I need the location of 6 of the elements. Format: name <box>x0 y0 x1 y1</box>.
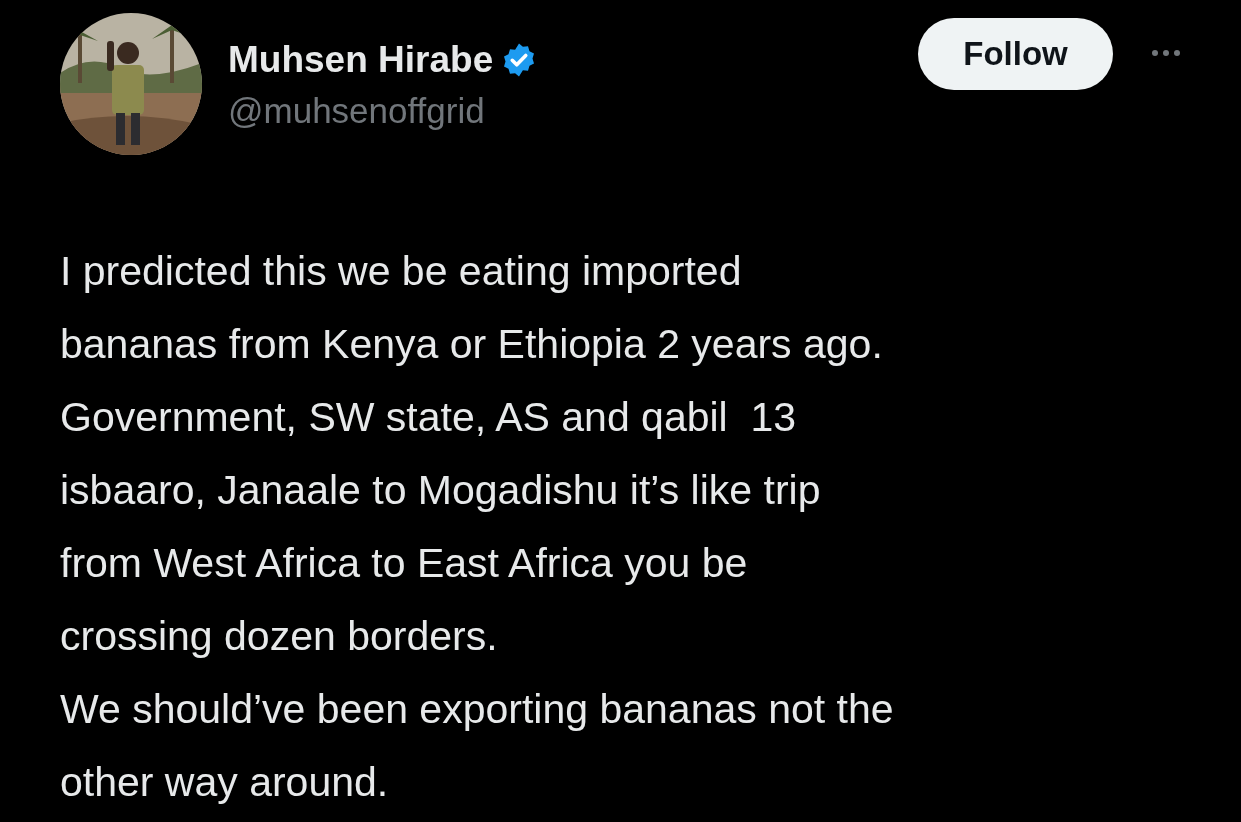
more-options-icon[interactable] <box>1151 49 1181 57</box>
tweet-text: I predicted this we be eating imported bananas from Kenya or Ethiopia 2 years ago. Government, SW state, AS and qabil 13 isbaaro, Janaale to Mogadishu it’s like trip from West Africa to East Africa you be crossing dozen borders. <box>60 247 884 661</box>
follow-button[interactable]: Follow <box>918 18 1113 90</box>
user-handle[interactable]: @muhsenoffgrid <box>228 91 538 131</box>
tweet-text: We should’ve been exporting bananas not the other way around. <box>60 685 895 807</box>
display-name[interactable]: Muhsen Hirabe <box>228 39 494 81</box>
